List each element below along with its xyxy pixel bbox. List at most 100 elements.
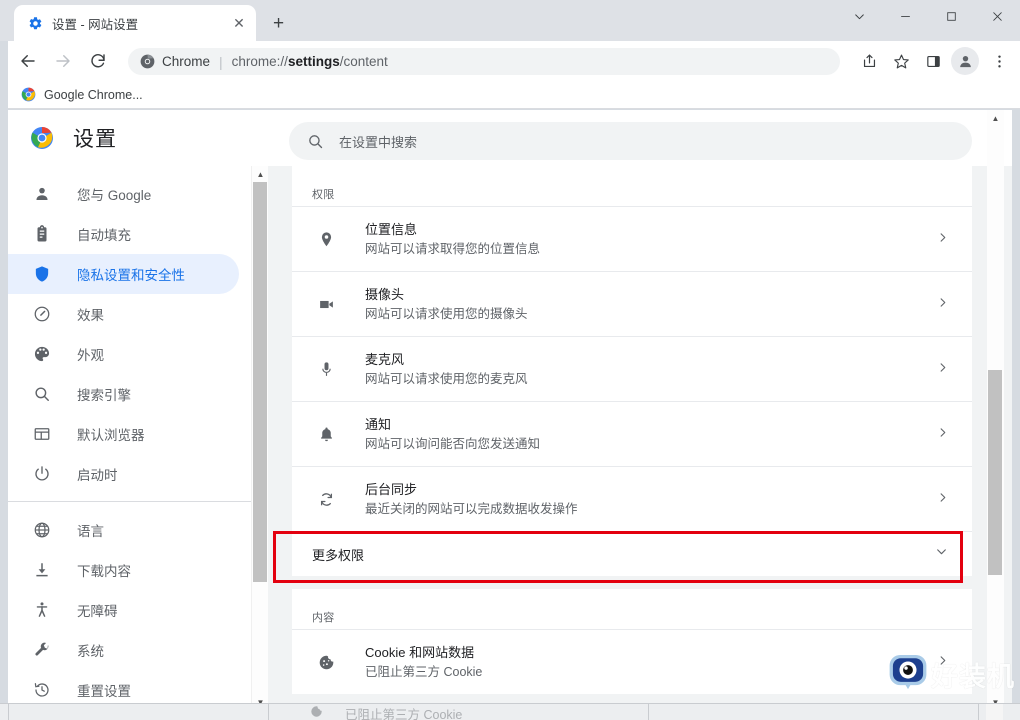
bookmarks-bar: Google Chrome... [8,81,1020,109]
scroll-up-icon[interactable]: ▲ [252,166,269,183]
sidebar-item-label: 启动时 [77,468,118,483]
clipped-bottom-strip: 已阻止第三方 Cookie [0,703,1020,720]
sidebar-item-default-browser[interactable]: 默认浏览器 [8,414,239,454]
settings-search-box[interactable]: 在设置中搜索 [289,122,972,160]
camera-icon [316,294,336,314]
globe-icon [32,520,52,540]
sync-icon [316,489,336,509]
haozhuangji-mascot-icon [887,651,929,698]
share-icon[interactable] [854,46,884,76]
browser-window-icon [32,424,52,444]
permissions-card: 权限 位置信息 网站可以请求取得您的位置信息 摄像头 网站可以请求使用您的摄像头… [292,166,972,694]
chrome-menu-icon[interactable] [984,46,1014,76]
chrome-logo-icon [30,126,54,150]
chevron-right-icon [937,360,948,378]
chevron-right-icon [937,490,948,508]
performance-gauge-icon [32,304,52,324]
sidebar-item-you-and-google[interactable]: 您与 Google [8,174,239,214]
new-tab-button[interactable]: + [266,11,291,36]
permission-text: 通知 网站可以询问能否向您发送通知 [365,415,540,454]
browser-window: 设置 - 网站设置 ✕ + Chrome | chrome://settings… [0,0,1020,720]
close-button[interactable] [974,0,1020,33]
sidebar-item-privacy-and-security[interactable]: 隐私设置和安全性 [8,254,239,294]
sidebar-group-primary: 您与 Google 自动填充 隐私设置和安全性 效果 外观 搜索引擎 默认浏览器… [8,166,251,494]
sidebar-scrollbar[interactable]: ▲ ▼ [251,166,268,711]
back-icon[interactable] [13,46,43,76]
profile-avatar[interactable] [951,47,979,75]
search-input[interactable]: 在设置中搜索 [339,132,417,151]
ghost-scrollbar [986,704,1003,720]
more-permissions-row[interactable]: 更多权限 [292,531,972,576]
scroll-up-icon[interactable]: ▲ [987,110,1004,127]
shield-icon [32,264,52,284]
omnibox-url: chrome://settings/content [232,54,388,69]
settings-gear-icon [27,15,43,31]
chevron-down-icon[interactable] [935,545,948,563]
forward-icon[interactable] [48,46,78,76]
permission-row-notifications[interactable]: 通知 网站可以询问能否向您发送通知 [292,401,972,466]
location-pin-icon [316,229,336,249]
sidebar-item-system[interactable]: 系统 [8,630,239,670]
sidebar-item-languages[interactable]: 语言 [8,510,239,550]
sidebar-item-appearance[interactable]: 外观 [8,334,239,374]
permission-title: 位置信息 [365,221,418,237]
sidebar-item-label: 隐私设置和安全性 [77,268,185,283]
permission-subtitle: 网站可以请求使用您的摄像头 [365,306,528,321]
permission-row-location[interactable]: 位置信息 网站可以请求取得您的位置信息 [292,206,972,271]
watermark-text: 好装机 [931,662,1015,692]
bookmark-item[interactable]: Google Chrome... [20,87,143,103]
cookie-icon [310,705,323,720]
permission-subtitle: 最近关闭的网站可以完成数据收发操作 [365,501,578,516]
permission-row-background-sync[interactable]: 后台同步 最近关闭的网站可以完成数据收发操作 [292,466,972,531]
browser-tab[interactable]: 设置 - 网站设置 ✕ [14,5,256,41]
page-scrollbar[interactable]: ▲ ▼ [987,110,1004,711]
omnibox-separator: | [219,53,223,70]
tab-strip: 设置 - 网站设置 ✕ + [0,0,1020,41]
more-permissions-label: 更多权限 [312,547,365,563]
minimize-button[interactable] [882,0,928,33]
url-bold: settings [287,54,340,69]
tab-close-icon[interactable]: ✕ [230,14,248,32]
chevron-right-icon [937,425,948,443]
reload-icon[interactable] [83,46,113,76]
bookmark-label: Google Chrome... [44,87,143,102]
permission-row-microphone[interactable]: 麦克风 网站可以请求使用您的麦克风 [292,336,972,401]
content-section-title: 内容 [312,612,335,624]
watermark: 好装机 [887,651,1015,698]
toolbar-actions [852,46,1014,76]
sidebar-item-autofill[interactable]: 自动填充 [8,214,239,254]
side-panel-icon[interactable] [918,46,948,76]
content-row-cookies[interactable]: Cookie 和网站数据 已阻止第三方 Cookie [292,629,972,694]
sidebar-scrollbar-thumb[interactable] [253,182,267,582]
sidebar-item-label: 无障碍 [77,604,118,619]
sidebar-item-downloads[interactable]: 下载内容 [8,550,239,590]
content-subtitle: 已阻止第三方 Cookie [365,664,483,679]
permission-title: 摄像头 [365,286,405,302]
clipboard-icon [32,224,52,244]
settings-header: 设置 在设置中搜索 [8,110,1012,166]
permission-subtitle: 网站可以请求使用您的麦克风 [365,371,528,386]
sidebar-item-performance[interactable]: 效果 [8,294,239,334]
content-title: Cookie 和网站数据 [365,644,475,660]
sidebar-item-accessibility[interactable]: 无障碍 [8,590,239,630]
accessibility-icon [32,600,52,620]
search-icon [306,132,324,150]
maximize-button[interactable] [928,0,974,33]
divider [978,704,979,720]
sidebar-item-on-startup[interactable]: 启动时 [8,454,239,494]
bookmark-star-icon[interactable] [886,46,916,76]
tab-search-button[interactable] [836,0,882,33]
palette-icon [32,344,52,364]
bell-icon [316,424,336,444]
microphone-icon [316,359,336,379]
permission-row-camera[interactable]: 摄像头 网站可以请求使用您的摄像头 [292,271,972,336]
permission-text: 后台同步 最近关闭的网站可以完成数据收发操作 [365,480,578,519]
permission-title: 后台同步 [365,481,418,497]
url-suffix: /content [339,54,388,69]
address-bar[interactable]: Chrome | chrome://settings/content [128,48,840,75]
content-text: Cookie 和网站数据 已阻止第三方 Cookie [365,643,482,682]
page-scrollbar-thumb[interactable] [988,370,1002,575]
permissions-section-title: 权限 [312,189,335,201]
sidebar-item-search-engine[interactable]: 搜索引擎 [8,374,239,414]
ghost-row-label: 已阻止第三方 Cookie [345,708,463,720]
